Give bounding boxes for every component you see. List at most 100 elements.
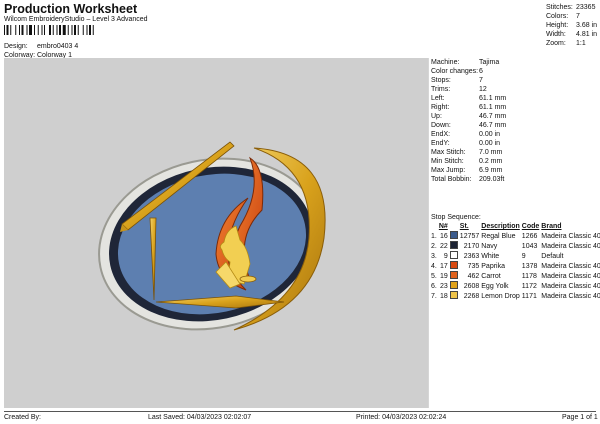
- table-row: 7. 18 2268 Lemon Drop 1171 Madeira Classic 40: [431, 291, 600, 301]
- last-saved: Last Saved: 04/03/2023 02:02:07: [148, 414, 252, 421]
- left-value: 61.1 mm: [479, 95, 507, 102]
- header-brand: Brand: [541, 223, 562, 230]
- height-label: Height:: [546, 22, 569, 29]
- color-swatch: [449, 231, 458, 239]
- needle-number: 18: [440, 292, 448, 300]
- colors-value: 7: [576, 13, 580, 20]
- color-description: Carrot: [481, 272, 501, 280]
- header-code: Code: [521, 223, 540, 230]
- thread-brand: Madeira Classic 40: [541, 272, 600, 280]
- up-label: Up:: [431, 113, 442, 120]
- printed-date: Printed: 04/03/2023 02:02:24: [356, 414, 447, 421]
- color-swatch: [449, 281, 460, 291]
- height-value: 3.68 in: [576, 22, 598, 29]
- color-swatch: [449, 291, 458, 299]
- color-code: 1043: [521, 242, 538, 250]
- header-n: N#: [438, 223, 448, 230]
- color-swatch: [449, 271, 458, 279]
- color-swatch: [449, 251, 458, 259]
- thread-brand: Madeira Classic 40: [541, 232, 600, 240]
- thread-brand: Madeira Classic 40: [541, 262, 600, 270]
- color-swatch: [449, 271, 460, 281]
- stitch-count: 462: [467, 272, 480, 280]
- stitches-value: 23365: [576, 4, 596, 11]
- color-description: Navy: [481, 242, 498, 250]
- endx-label: EndX:: [431, 131, 451, 138]
- trims-label: Trims:: [431, 86, 451, 93]
- stop-index: 3.: [431, 252, 437, 260]
- trims-value: 12: [479, 86, 487, 93]
- color-code: 1178: [521, 272, 537, 280]
- table-row: 1. 16 12757 Regal Blue 1266 Madeira Classic 4…: [431, 231, 600, 241]
- design-preview: [4, 58, 428, 408]
- right-value: 61.1 mm: [479, 104, 507, 111]
- stitches-label: Stitches:: [546, 4, 573, 11]
- color-swatch: [449, 231, 460, 241]
- stops-value: 7: [479, 77, 483, 84]
- color-changes-value: 6: [479, 68, 483, 75]
- stop-index: 6.: [431, 282, 437, 290]
- needle-number: 22: [440, 242, 448, 250]
- color-swatch: [449, 261, 458, 269]
- width-label: Width:: [546, 31, 566, 38]
- thread-brand: Madeira Classic 40: [541, 282, 600, 290]
- total-bobbin-label: Total Bobbin:: [431, 176, 472, 183]
- color-description: Regal Blue: [481, 232, 516, 240]
- table-row: 4. 17 735 Paprika 1378 Madeira Classic 40: [431, 261, 600, 271]
- table-row: 6. 23 2608 Egg Yolk 1172 Madeira Classic 40: [431, 281, 600, 291]
- header-st: St.: [459, 223, 469, 230]
- needle-number: 9: [443, 252, 448, 260]
- needle-number: 17: [440, 262, 448, 270]
- design-value: embro0403 4: [37, 43, 79, 50]
- stop-index: 4.: [431, 262, 437, 270]
- color-swatch: [449, 291, 460, 301]
- thread-brand: Madeira Classic 40: [541, 242, 600, 250]
- color-swatch: [449, 241, 460, 251]
- colors-label: Colors:: [546, 13, 569, 20]
- zoom-value: 1:1: [576, 40, 586, 47]
- thread-brand: Madeira Classic 40: [541, 292, 600, 300]
- color-swatch: [449, 261, 460, 271]
- machine-label: Machine:: [431, 59, 460, 66]
- needle-number: 16: [440, 232, 448, 240]
- total-bobbin-value: 209.03ft: [479, 176, 505, 183]
- color-code: 1171: [521, 292, 537, 300]
- stop-sequence-table: N# St. Description Code Brand 1. 16 12757 R…: [431, 222, 600, 301]
- page-title: Production Worksheet: [4, 2, 138, 16]
- color-code: 1172: [521, 282, 537, 290]
- stop-sequence-title: Stop Sequence:: [431, 214, 481, 221]
- color-description: Paprika: [481, 262, 505, 270]
- width-value: 4.81 in: [576, 31, 598, 38]
- color-description: White: [481, 252, 500, 260]
- created-by: Created By:: [4, 414, 41, 421]
- stop-index: 1.: [431, 232, 437, 240]
- panel-divider: [428, 58, 429, 408]
- down-label: Down:: [431, 122, 451, 129]
- up-value: 46.7 mm: [479, 113, 507, 120]
- stitch-count: 2170: [463, 242, 480, 250]
- endy-label: EndY:: [431, 140, 450, 147]
- color-swatch: [449, 281, 458, 289]
- stitch-count: 735: [467, 262, 480, 270]
- color-swatch: [449, 241, 458, 249]
- stitch-count: 2363: [463, 252, 480, 260]
- table-row: 5. 19 462 Carrot 1178 Madeira Classic 40: [431, 271, 600, 281]
- color-code: 1378: [521, 262, 538, 270]
- stop-index: 5.: [431, 272, 437, 280]
- max-jump-value: 6.9 mm: [479, 167, 503, 174]
- stops-label: Stops:: [431, 77, 451, 84]
- min-stitch-value: 0.2 mm: [479, 158, 503, 165]
- thread-brand: Default: [541, 252, 564, 260]
- color-description: Egg Yolk: [481, 282, 509, 290]
- footer-divider: [4, 411, 596, 412]
- needle-number: 19: [440, 272, 448, 280]
- color-swatch: [449, 251, 460, 261]
- barcode: [4, 25, 94, 35]
- page-number: Page 1 of 1: [562, 414, 598, 421]
- max-stitch-label: Max Stitch:: [431, 149, 466, 156]
- software-name: Wilcom EmbroideryStudio – Level 3 Advanc…: [4, 16, 148, 23]
- min-stitch-label: Min Stitch:: [431, 158, 464, 165]
- stitch-count: 2608: [463, 282, 480, 290]
- endx-value: 0.00 in: [479, 131, 501, 138]
- zoom-label: Zoom:: [546, 40, 566, 47]
